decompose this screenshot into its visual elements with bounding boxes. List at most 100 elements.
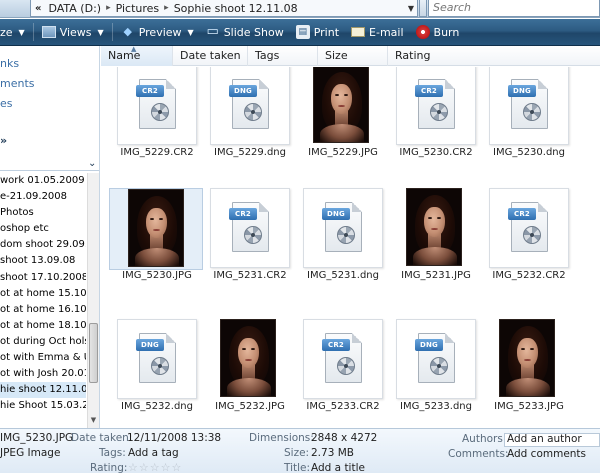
file-thumbnail-area[interactable] bbox=[295, 67, 389, 147]
email-button[interactable]: E-mail bbox=[345, 21, 410, 43]
folder-tree-item[interactable]: hie shoot 12.11.08 bbox=[0, 382, 86, 399]
folder-tree-item[interactable]: ot at home 18.10.20 bbox=[0, 318, 86, 334]
column-size[interactable]: Size bbox=[318, 46, 388, 66]
file-thumbnail-area[interactable]: DNG bbox=[202, 67, 296, 147]
favorite-link[interactable]: ments bbox=[0, 77, 35, 90]
file-item[interactable]: IMG_5229.JPG bbox=[295, 67, 389, 161]
file-name-label: IMG_5230.dng bbox=[493, 147, 565, 158]
file-thumbnail-area[interactable]: CR2 bbox=[481, 188, 575, 270]
file-item[interactable]: IMG_5230.JPG bbox=[109, 188, 203, 284]
nav-arrows[interactable] bbox=[0, 0, 30, 17]
file-item[interactable]: DNG IMG_5231.dng bbox=[295, 188, 389, 284]
column-tags[interactable]: Tags bbox=[248, 46, 318, 66]
folder-tree-item[interactable]: ot at home 15.10.20 bbox=[0, 286, 86, 302]
address-dropdown-icon[interactable]: ▼ bbox=[404, 1, 418, 16]
breadcrumb-pictures[interactable]: Pictures bbox=[113, 2, 163, 15]
file-thumbnail-area[interactable]: DNG bbox=[388, 319, 482, 401]
folder-tree-item[interactable]: oshop etc bbox=[0, 221, 86, 237]
search-input[interactable]: Search bbox=[428, 0, 600, 17]
file-thumbnail-area[interactable]: DNG bbox=[481, 67, 575, 147]
file-name-label: IMG_5229.CR2 bbox=[120, 147, 194, 158]
nav-scrollbar[interactable]: ▼ bbox=[87, 173, 99, 428]
file-thumbnail-area[interactable]: DNG bbox=[109, 319, 203, 401]
photo-thumbnail bbox=[499, 319, 555, 397]
folder-tree-item[interactable]: hie Shoot 15.03.200 bbox=[0, 398, 86, 414]
scroll-down-icon[interactable]: ▼ bbox=[89, 416, 98, 426]
folder-tree-item[interactable]: shoot 17.10.2008 bbox=[0, 270, 86, 286]
file-thumbnail-area[interactable]: CR2 bbox=[202, 188, 296, 270]
file-thumbnail-area[interactable] bbox=[481, 319, 575, 401]
detail-tags-input[interactable]: Add a tag bbox=[128, 447, 179, 459]
views-button[interactable]: Views ▼ bbox=[36, 21, 110, 43]
favorite-link[interactable]: es bbox=[0, 97, 13, 110]
folder-tree-item[interactable]: work 01.05.2009 bbox=[0, 173, 86, 189]
refresh-button[interactable] bbox=[419, 0, 427, 17]
file-item[interactable]: CR2 IMG_5232.CR2 bbox=[481, 188, 575, 284]
print-button[interactable]: ▤ Print bbox=[290, 21, 345, 43]
chevron-down-icon[interactable]: ⌄ bbox=[88, 158, 96, 169]
overflow-chevron-icon[interactable]: « bbox=[35, 3, 45, 14]
file-item[interactable]: IMG_5231.JPG bbox=[388, 188, 482, 284]
file-name-label: IMG_5233.CR2 bbox=[306, 401, 380, 412]
thumbnail-frame: DNG bbox=[303, 188, 383, 268]
print-label: Print bbox=[313, 25, 340, 39]
file-thumbnail-area[interactable]: CR2 bbox=[295, 319, 389, 401]
printer-icon: ▤ bbox=[295, 25, 310, 39]
folder-tree-item[interactable]: Photos bbox=[0, 205, 86, 221]
folder-tree-item[interactable]: dom shoot 29.09.20 bbox=[0, 237, 86, 253]
column-name[interactable]: ▲ Name bbox=[101, 45, 173, 66]
favorite-link[interactable]: nks bbox=[0, 57, 19, 70]
preview-button[interactable]: ◆ Preview ▼ bbox=[115, 21, 200, 43]
organize-button[interactable]: ze ▼ bbox=[0, 21, 31, 43]
file-thumbnail-area[interactable] bbox=[202, 319, 296, 401]
folder-tree-item[interactable]: shoot 13.09.08 bbox=[0, 253, 86, 269]
rating-stars[interactable]: ☆☆☆☆☆ bbox=[128, 461, 182, 473]
folder-tree-item[interactable]: ot during Oct hols bbox=[0, 334, 86, 350]
detail-authors-input[interactable]: Add an author bbox=[507, 433, 582, 445]
file-type-badge: CR2 bbox=[136, 85, 164, 97]
detail-title-input[interactable]: Add a title bbox=[311, 462, 365, 473]
detail-date-taken[interactable]: 12/11/2008 13:38 bbox=[127, 432, 221, 444]
file-thumbnail-area[interactable]: DNG bbox=[295, 188, 389, 270]
thumbnail-frame: CR2 bbox=[303, 319, 383, 399]
breadcrumb-current-folder[interactable]: Sophie shoot 12.11.08 bbox=[171, 2, 301, 15]
scrollbar-thumb[interactable] bbox=[89, 323, 98, 383]
file-name-label: IMG_5230.JPG bbox=[122, 270, 192, 281]
detail-title-label: Title: bbox=[284, 462, 311, 473]
file-item[interactable]: IMG_5232.JPG bbox=[202, 319, 296, 415]
file-item[interactable]: CR2 IMG_5230.CR2 bbox=[388, 67, 482, 161]
file-item[interactable]: CR2 IMG_5231.CR2 bbox=[202, 188, 296, 284]
file-thumbnail-area[interactable]: CR2 bbox=[109, 67, 203, 147]
file-thumbnail-area[interactable] bbox=[109, 188, 203, 270]
file-item[interactable]: DNG IMG_5229.dng bbox=[202, 67, 296, 161]
slideshow-button[interactable]: ▭ Slide Show bbox=[200, 21, 290, 43]
breadcrumb-separator-icon[interactable]: ▸ bbox=[162, 3, 171, 13]
address-field[interactable]: « DATA (D:) ▸ Pictures ▸ Sophie shoot 12… bbox=[30, 0, 418, 17]
aperture-icon bbox=[244, 226, 262, 244]
folder-tree-item[interactable]: ot at home 16.10.20 bbox=[0, 302, 86, 318]
disc-icon bbox=[415, 25, 430, 39]
file-thumbnail-area[interactable]: CR2 bbox=[388, 67, 482, 147]
thumbnail-frame: DNG bbox=[117, 319, 197, 399]
file-item[interactable]: DNG IMG_5233.dng bbox=[388, 319, 482, 415]
folder-tree-item[interactable]: e-21.09.2008 bbox=[0, 189, 86, 205]
folder-tree-item[interactable]: ot with Josh 20.01.2 bbox=[0, 366, 86, 382]
file-name-label: IMG_5231.dng bbox=[307, 270, 379, 281]
file-item[interactable]: CR2 IMG_5229.CR2 bbox=[109, 67, 203, 161]
breadcrumb-separator-icon[interactable]: ▸ bbox=[104, 3, 113, 13]
detail-date-taken-label: Date taken: bbox=[71, 432, 133, 444]
folders-toggle[interactable]: » bbox=[0, 134, 7, 147]
breadcrumb-drive[interactable]: DATA (D:) bbox=[45, 2, 104, 15]
detail-comments-input[interactable]: Add comments bbox=[507, 448, 586, 460]
file-item[interactable]: CR2 IMG_5233.CR2 bbox=[295, 319, 389, 415]
raw-image-file-icon: CR2 bbox=[415, 79, 455, 129]
folder-tree: work 01.05.2009 e-21.09.2008 Photos oshop e… bbox=[0, 173, 86, 414]
folder-tree-item[interactable]: ot with Emma & Ur bbox=[0, 350, 86, 366]
column-rating[interactable]: Rating bbox=[388, 46, 600, 66]
file-thumbnail-area[interactable] bbox=[388, 188, 482, 270]
file-item[interactable]: DNG IMG_5232.dng bbox=[109, 319, 203, 415]
burn-button[interactable]: Burn bbox=[410, 21, 466, 43]
column-date-taken[interactable]: Date taken bbox=[173, 46, 248, 66]
file-item[interactable]: IMG_5233.JPG bbox=[481, 319, 575, 415]
file-item[interactable]: DNG IMG_5230.dng bbox=[481, 67, 575, 161]
